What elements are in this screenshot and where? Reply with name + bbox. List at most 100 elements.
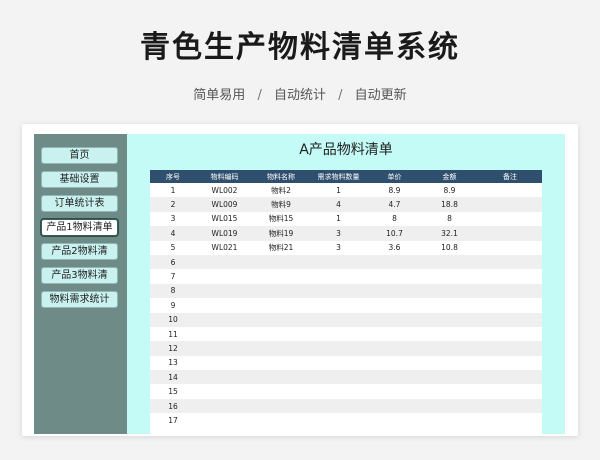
cell-amount[interactable] [421,312,478,327]
cell-amount[interactable]: 10.8 [421,240,478,255]
cell-name[interactable] [253,326,309,342]
cell-quantity[interactable] [309,326,368,342]
cell-amount[interactable] [421,326,478,342]
cell-remark[interactable] [478,370,542,385]
cell-index[interactable]: 17 [150,413,196,428]
cell-name[interactable]: 物料2 [253,183,309,198]
cell-name[interactable] [253,283,309,299]
cell-index[interactable]: 8 [150,283,196,299]
nav-product3-bom-button[interactable]: 产品3物料清 [41,267,118,284]
cell-name[interactable] [253,413,309,428]
cell-remark[interactable] [478,413,542,428]
nav-product2-bom-button[interactable]: 产品2物料清 [41,243,118,260]
cell-unit-price[interactable] [368,413,421,428]
cell-code[interactable]: WL002 [196,183,253,198]
cell-name[interactable] [253,269,309,284]
cell-remark[interactable] [478,298,542,313]
cell-name[interactable]: 物料21 [253,240,309,255]
nav-material-demand-button[interactable]: 物料需求统计 [41,291,118,308]
cell-index[interactable]: 5 [150,240,196,255]
cell-quantity[interactable] [309,283,368,299]
cell-quantity[interactable] [309,413,368,428]
cell-unit-price[interactable] [368,312,421,327]
cell-remark[interactable] [478,355,542,371]
cell-unit-price[interactable]: 8.9 [368,183,421,198]
cell-amount[interactable] [421,355,478,371]
cell-remark[interactable] [478,384,542,399]
cell-unit-price[interactable] [368,283,421,299]
cell-unit-price[interactable] [368,269,421,284]
cell-index[interactable]: 10 [150,312,196,327]
cell-remark[interactable] [478,211,542,227]
cell-remark[interactable] [478,240,542,255]
cell-amount[interactable] [421,269,478,284]
cell-quantity[interactable] [309,398,368,414]
cell-remark[interactable] [478,312,542,327]
cell-amount[interactable] [421,283,478,299]
cell-name[interactable]: 物料19 [253,226,309,241]
cell-remark[interactable] [478,341,542,356]
nav-order-stats-button[interactable]: 订单统计表 [41,195,118,212]
cell-index[interactable]: 15 [150,384,196,399]
nav-home-button[interactable]: 首页 [41,147,118,164]
cell-index[interactable]: 12 [150,341,196,356]
cell-name[interactable] [253,312,309,327]
cell-amount[interactable]: 18.8 [421,197,478,212]
cell-code[interactable] [196,355,253,371]
cell-unit-price[interactable] [368,384,421,399]
cell-quantity[interactable] [309,312,368,327]
cell-remark[interactable] [478,197,542,212]
cell-code[interactable] [196,384,253,399]
cell-unit-price[interactable] [368,341,421,356]
cell-quantity[interactable]: 3 [309,226,368,241]
cell-index[interactable]: 13 [150,355,196,371]
cell-amount[interactable]: 32.1 [421,226,478,241]
cell-unit-price[interactable] [368,254,421,270]
cell-amount[interactable] [421,413,478,428]
cell-unit-price[interactable] [368,398,421,414]
cell-remark[interactable] [478,183,542,198]
cell-quantity[interactable]: 1 [309,183,368,198]
cell-quantity[interactable] [309,384,368,399]
cell-name[interactable]: 物料9 [253,197,309,212]
cell-quantity[interactable] [309,355,368,371]
cell-index[interactable]: 11 [150,326,196,342]
cell-unit-price[interactable] [368,326,421,342]
cell-code[interactable]: WL019 [196,226,253,241]
cell-amount[interactable] [421,370,478,385]
cell-quantity[interactable]: 4 [309,197,368,212]
cell-index[interactable]: 9 [150,298,196,313]
cell-amount[interactable] [421,384,478,399]
cell-code[interactable]: WL015 [196,211,253,227]
cell-code[interactable] [196,370,253,385]
cell-code[interactable] [196,283,253,299]
cell-unit-price[interactable] [368,298,421,313]
nav-basic-settings-button[interactable]: 基础设置 [41,171,118,188]
cell-unit-price[interactable] [368,355,421,371]
cell-code[interactable] [196,254,253,270]
cell-name[interactable]: 物料15 [253,211,309,227]
cell-name[interactable] [253,341,309,356]
cell-name[interactable] [253,355,309,371]
cell-remark[interactable] [478,269,542,284]
cell-quantity[interactable] [309,298,368,313]
cell-remark[interactable] [478,254,542,270]
cell-index[interactable]: 16 [150,398,196,414]
cell-quantity[interactable]: 3 [309,240,368,255]
cell-unit-price[interactable]: 4.7 [368,197,421,212]
cell-remark[interactable] [478,283,542,299]
cell-index[interactable]: 14 [150,370,196,385]
nav-product1-bom-button[interactable]: 产品1物料清单 [41,219,118,236]
cell-unit-price[interactable]: 10.7 [368,226,421,241]
cell-name[interactable] [253,298,309,313]
cell-amount[interactable] [421,298,478,313]
cell-code[interactable] [196,269,253,284]
cell-index[interactable]: 4 [150,226,196,241]
cell-name[interactable] [253,370,309,385]
cell-index[interactable]: 7 [150,269,196,284]
cell-code[interactable] [196,326,253,342]
cell-code[interactable] [196,298,253,313]
cell-index[interactable]: 2 [150,197,196,212]
cell-remark[interactable] [478,326,542,342]
cell-remark[interactable] [478,226,542,241]
